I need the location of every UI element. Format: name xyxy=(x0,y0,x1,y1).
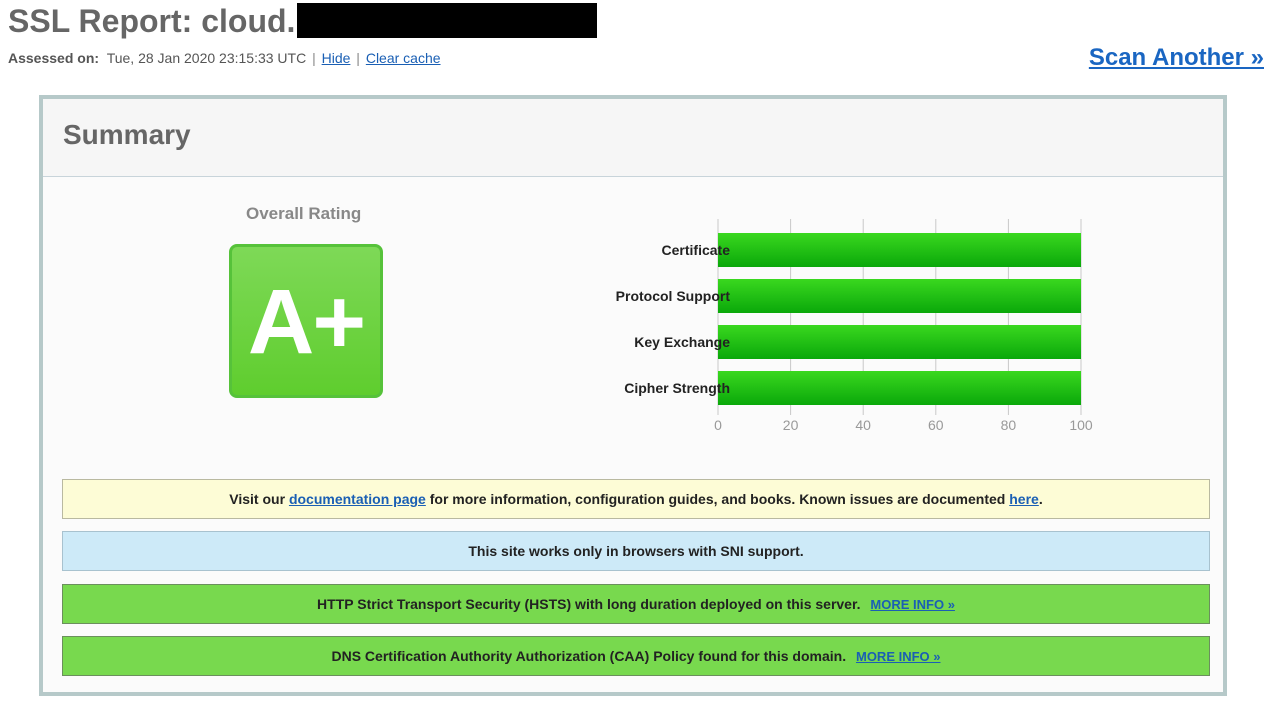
bar-category-label: Key Exchange xyxy=(634,334,730,350)
clear-cache-link[interactable]: Clear cache xyxy=(366,50,441,66)
redacted-hostname xyxy=(297,3,598,38)
hide-link[interactable]: Hide xyxy=(322,50,351,66)
sni-notice: This site works only in browsers with SN… xyxy=(62,531,1210,571)
scan-another-link[interactable]: Scan Another » xyxy=(1089,44,1264,72)
x-tick-label: 100 xyxy=(1069,417,1093,433)
bar-category-label: Certificate xyxy=(661,242,730,258)
hsts-notice: HTTP Strict Transport Security (HSTS) wi… xyxy=(62,584,1210,624)
caa-text: DNS Certification Authority Authorizatio… xyxy=(331,648,847,664)
documentation-page-link[interactable]: documentation page xyxy=(289,491,426,507)
caa-more-info-link[interactable]: MORE INFO » xyxy=(856,649,941,664)
assessed-label: Assessed on: xyxy=(8,50,100,66)
chart-bar xyxy=(718,279,1081,313)
bar-category-label: Protocol Support xyxy=(615,288,730,304)
x-tick-label: 40 xyxy=(855,417,871,433)
chart-bar xyxy=(718,371,1081,405)
bar-category-label: Cipher Strength xyxy=(624,380,730,396)
doc-text-before: Visit our xyxy=(229,491,286,507)
x-tick-label: 20 xyxy=(782,417,799,433)
assessed-date: Tue, 28 Jan 2020 23:15:33 UTC xyxy=(106,50,307,66)
summary-header: Summary xyxy=(43,99,1223,177)
sni-text: This site works only in browsers with SN… xyxy=(468,543,804,559)
overall-rating-label: Overall Rating xyxy=(246,204,362,223)
doc-text-after: . xyxy=(1038,491,1043,507)
hsts-text: HTTP Strict Transport Security (HSTS) wi… xyxy=(317,596,861,612)
x-tick-label: 80 xyxy=(1000,417,1017,433)
title-text: SSL Report: cloud. xyxy=(8,3,296,39)
doc-text-middle: for more information, configuration guid… xyxy=(429,491,1006,507)
hsts-more-info-link[interactable]: MORE INFO » xyxy=(870,597,955,612)
documentation-notice: Visit our documentation page for more in… xyxy=(62,479,1210,519)
separator: | xyxy=(356,50,360,66)
rating-chart: 0 20 40 60 80 100 Certificate Protocol Support K… xyxy=(563,219,1123,449)
caa-notice: DNS Certification Authority Authorizatio… xyxy=(62,636,1210,676)
summary-heading: Summary xyxy=(63,119,191,150)
grade-badge: A+ xyxy=(229,244,383,398)
x-tick-label: 60 xyxy=(928,417,944,433)
page-title: SSL Report: cloud. xyxy=(8,2,598,40)
assessed-line: Assessed on: Tue, 28 Jan 2020 23:15:33 U… xyxy=(8,50,441,66)
x-tick-label: 0 xyxy=(714,417,722,433)
known-issues-here-link[interactable]: here xyxy=(1009,491,1039,507)
summary-panel: Summary Overall Rating A+ 0 20 40 60 80 100 Ce… xyxy=(39,95,1227,696)
chart-bar xyxy=(718,325,1081,359)
separator: | xyxy=(312,50,316,66)
chart-bar xyxy=(718,233,1081,267)
